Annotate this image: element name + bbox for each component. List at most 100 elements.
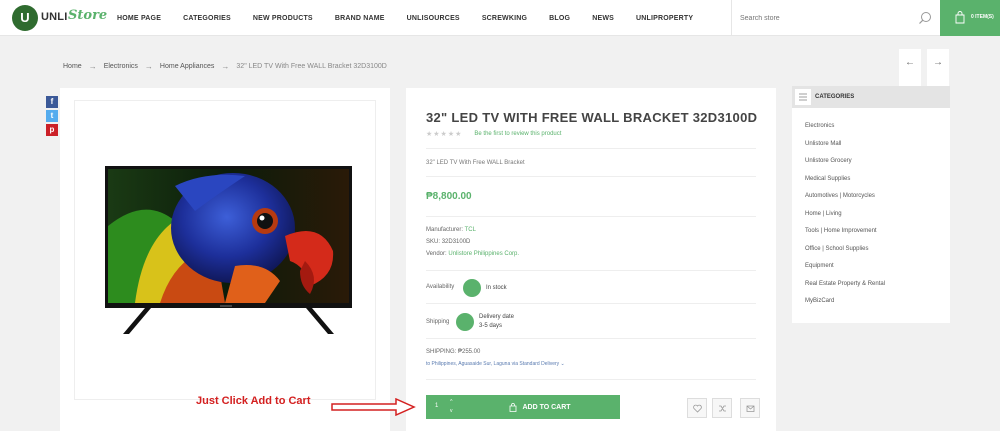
nav-unliproperty[interactable]: UNLIPROPERTY [636,15,693,22]
category-electronics[interactable]: Electronics [805,123,885,141]
category-unlistore-grocery[interactable]: Unlistore Grocery [805,158,885,176]
nav-new-products[interactable]: NEW PRODUCTS [253,15,313,22]
add-to-cart-button[interactable]: ADD TO CART [460,395,620,419]
nav-categories[interactable]: CATEGORIES [183,15,231,22]
product-image-panel [60,88,390,431]
nav-news[interactable]: NEWS [592,15,614,22]
divider [426,303,756,304]
divider [426,176,756,177]
chevron-down-icon: ⌄ [560,361,565,367]
category-mybizcard[interactable]: MyBizCard [805,298,885,316]
logo-text-unli: UNLI [41,11,68,23]
breadcrumb-home-appliances[interactable]: Home Appliances [160,63,214,70]
arrow-left-icon: ← [905,57,915,68]
write-review-link[interactable]: Be the first to review this product [474,131,561,137]
categories-sidebar: CATEGORIES Electronics Unlistore Mall Un… [792,86,950,323]
shipping-label: Shipping [426,319,450,325]
pinterest-icon[interactable]: p [46,124,58,136]
availability-icon [463,279,481,297]
rating-stars: ★★★★★ [426,131,463,138]
availability-label: Availability [426,284,455,290]
add-to-wishlist-button[interactable] [687,398,707,418]
product-price: ₱8,800.00 [426,191,472,202]
site-logo[interactable]: U UNLI Store [12,5,112,31]
vendor-row: Vendor: Unlistore Philippines Corp. [426,251,519,257]
availability-value: In stock [486,285,507,291]
cart-count: 0 ITEM(S) [971,14,994,20]
breadcrumb-home[interactable]: Home [63,63,82,70]
shipping-cost: SHIPPING: ₱255.00 [426,349,481,355]
arrow-right-icon: → [933,57,943,68]
divider [426,379,756,380]
category-automotives[interactable]: Automotives | Motorcycles [805,193,885,211]
vendor-link[interactable]: Unlistore Philippines Corp. [448,251,519,257]
product-title: 32" LED TV WITH FREE WALL BRACKET 32D310… [426,110,758,125]
nav-unlisources[interactable]: UNLISOURCES [407,15,460,22]
shopping-bag-icon [510,402,517,412]
breadcrumb-electronics[interactable]: Electronics [104,63,138,70]
quantity-arrows[interactable]: ^ v [450,398,453,416]
compare-icon [719,405,726,412]
logo-mark: U [12,5,38,31]
shipping-destination-text: to Philippines, Aguasaide Sur, Laguna vi… [426,361,560,367]
category-home-living[interactable]: Home | Living [805,211,885,229]
categories-list: Electronics Unlistore Mall Unlistore Gro… [805,123,885,316]
short-description: 32" LED TV With Free WALL Bracket [426,160,525,166]
category-medical-supplies[interactable]: Medical Supplies [805,176,885,194]
category-tools[interactable]: Tools | Home Improvement [805,228,885,246]
heart-icon [693,404,702,413]
search-box [731,0,940,36]
delivery-info: Delivery date 3-5 days [479,313,514,331]
manufacturer-row: Manufacturer: TCL [426,227,476,233]
annotation-arrow-icon [331,398,416,416]
facebook-icon[interactable]: f [46,96,58,108]
nav-screwking[interactable]: SCREWKING [482,15,527,22]
categories-title: CATEGORIES [815,94,855,100]
category-equipment[interactable]: Equipment [805,263,885,281]
nav-home[interactable]: HOME PAGE [117,15,161,22]
search-input[interactable] [740,11,900,25]
compare-button[interactable] [712,398,732,418]
breadcrumb-current: 32" LED TV With Free WALL Bracket 32D310… [236,63,387,70]
breadcrumb-arrow-icon: → [88,62,97,71]
nav-blog[interactable]: BLOG [549,15,570,22]
breadcrumb: Home → Electronics → Home Appliances → 3… [63,62,387,71]
shipping-destination[interactable]: to Philippines, Aguasaide Sur, Laguna vi… [426,361,565,367]
nav-brand-name[interactable]: BRAND NAME [335,15,385,22]
category-real-estate[interactable]: Real Estate Property & Rental [805,281,885,299]
category-office-school[interactable]: Office | School Supplies [805,246,885,264]
manufacturer-link[interactable]: TCL [465,227,476,233]
breadcrumb-arrow-icon: → [144,62,153,71]
vendor-label: Vendor: [426,251,447,257]
product-image[interactable] [105,166,352,336]
logo-text-store: Store [68,8,108,23]
quantity-value[interactable]: 1 [435,403,438,409]
delivery-label: Delivery date [479,314,515,320]
quantity-stepper[interactable]: 1 ^ v [426,395,460,419]
cart-button[interactable]: 0 ITEM(S) [940,0,1000,36]
envelope-icon [746,405,755,412]
social-share: f t p [46,96,58,138]
sku-value: 32D3100D [441,239,471,245]
main-nav: HOME PAGE CATEGORIES NEW PRODUCTS BRAND … [117,0,715,36]
twitter-icon[interactable]: t [46,110,58,122]
delivery-days: 3-5 days [479,323,503,329]
delivery-truck-icon [456,313,474,331]
site-header: U UNLI Store HOME PAGE CATEGORIES NEW PR… [0,0,1000,36]
search-icon[interactable] [918,11,932,25]
divider [426,148,756,149]
quantity-down-icon[interactable]: v [450,407,453,416]
sku-row: SKU: 32D3100D [426,239,470,245]
annotation-text: Just Click Add to Cart [196,395,311,407]
product-image-frame [74,100,376,400]
breadcrumb-arrow-icon: → [221,62,230,71]
categories-header: CATEGORIES [792,86,950,108]
product-details: 32" LED TV WITH FREE WALL BRACKET 32D310… [406,88,776,431]
cart-icon [955,11,965,24]
product-rating: ★★★★★ Be the first to review this produc… [426,130,561,138]
email-friend-button[interactable] [740,398,760,418]
manufacturer-label: Manufacturer: [426,227,464,233]
sku-label: SKU: [426,239,441,245]
category-unlistore-mall[interactable]: Unlistore Mall [805,141,885,159]
quantity-up-icon[interactable]: ^ [450,398,453,407]
